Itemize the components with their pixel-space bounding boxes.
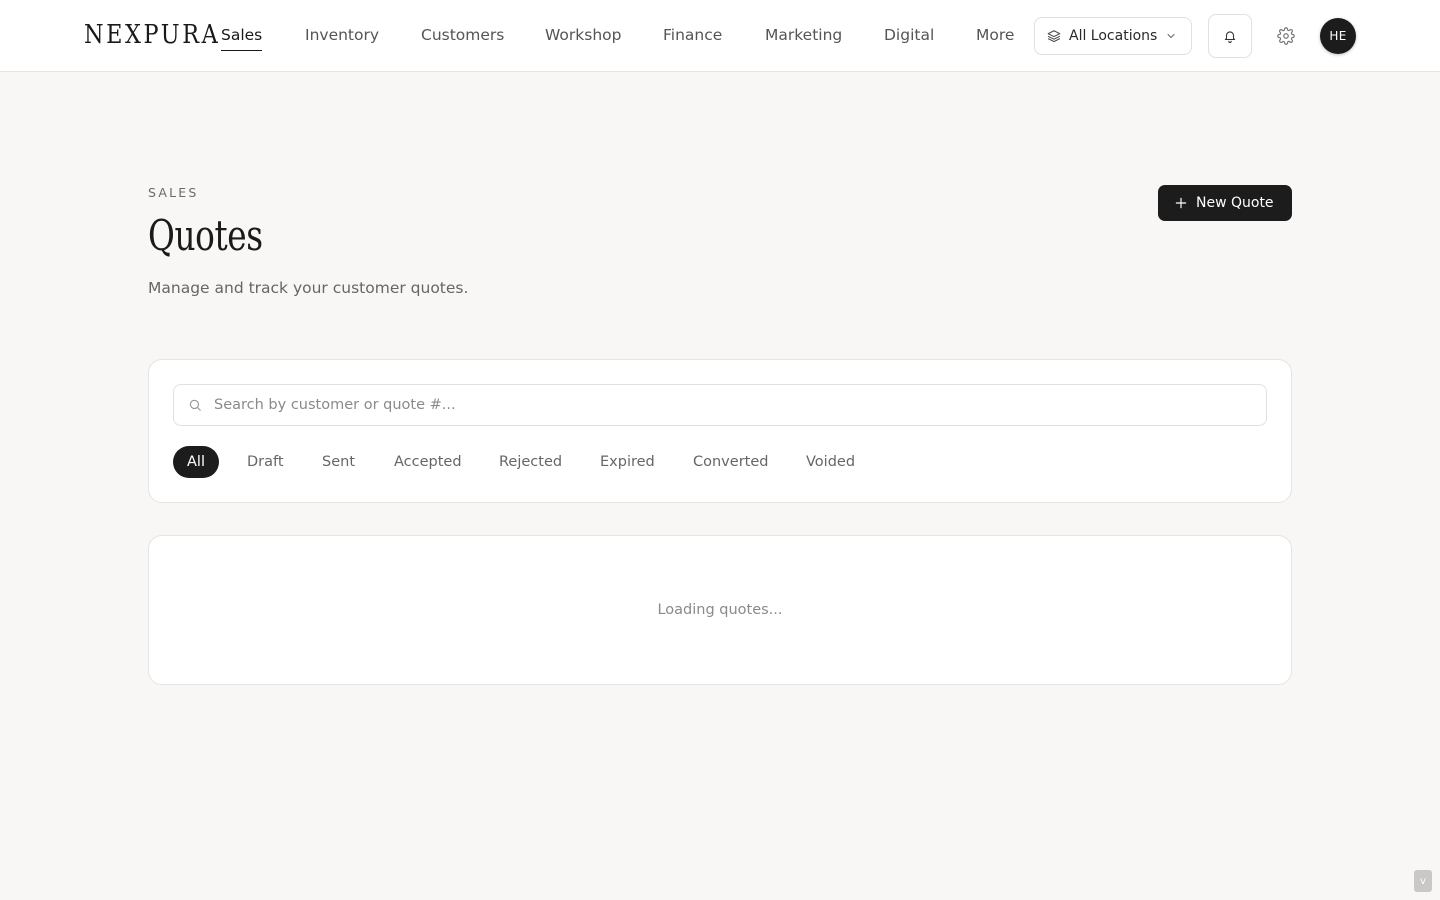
chevron-down-icon: [1165, 30, 1177, 42]
new-quote-button[interactable]: New Quote: [1158, 185, 1292, 221]
nav-item-marketing[interactable]: Marketing: [765, 25, 842, 45]
bell-icon: [1223, 29, 1237, 43]
brand-logo[interactable]: NEXPURA: [84, 18, 220, 52]
nav-item-finance[interactable]: Finance: [663, 25, 722, 45]
breadcrumb: SALES: [148, 185, 199, 200]
filter-chip-accepted[interactable]: Accepted: [380, 446, 476, 478]
filter-chip-voided[interactable]: Voided: [792, 446, 869, 478]
avatar[interactable]: HE: [1320, 18, 1356, 54]
nav-item-inventory[interactable]: Inventory: [305, 25, 379, 45]
filter-chip-sent[interactable]: Sent: [308, 446, 369, 478]
top-navigation-bar: NEXPURA Sales Inventory Customers Worksh…: [0, 0, 1440, 72]
settings-button[interactable]: [1268, 18, 1304, 54]
plus-icon: [1174, 196, 1188, 210]
nav-item-more[interactable]: More: [976, 25, 1014, 45]
filter-chip-converted[interactable]: Converted: [679, 446, 782, 478]
page-subtitle: Manage and track your customer quotes.: [148, 279, 469, 297]
nav-item-digital[interactable]: Digital: [884, 25, 934, 45]
filter-chip-rejected[interactable]: Rejected: [485, 446, 576, 478]
notifications-button[interactable]: [1208, 14, 1252, 58]
location-selector-label: All Locations: [1069, 28, 1158, 44]
search-input[interactable]: [214, 385, 1254, 425]
nav-item-customers[interactable]: Customers: [421, 25, 504, 45]
new-quote-label: New Quote: [1196, 195, 1274, 211]
nav-item-sales[interactable]: Sales: [221, 25, 263, 51]
nav-item-workshop[interactable]: Workshop: [545, 25, 621, 45]
search-box[interactable]: [173, 384, 1267, 426]
gear-icon: [1277, 27, 1295, 45]
corner-toggle-button[interactable]: v: [1414, 870, 1432, 892]
page-title: Quotes: [148, 211, 263, 260]
filter-panel: All Draft Sent Accepted Rejected Expired…: [148, 359, 1292, 503]
filter-chip-draft[interactable]: Draft: [233, 446, 298, 478]
location-selector[interactable]: All Locations: [1034, 17, 1192, 55]
loading-message: Loading quotes...: [657, 602, 783, 618]
quotes-list: Loading quotes...: [148, 535, 1292, 685]
search-icon: [188, 398, 202, 412]
filter-chip-expired[interactable]: Expired: [586, 446, 669, 478]
layers-icon: [1047, 29, 1061, 43]
filter-chip-all[interactable]: All: [173, 446, 219, 478]
